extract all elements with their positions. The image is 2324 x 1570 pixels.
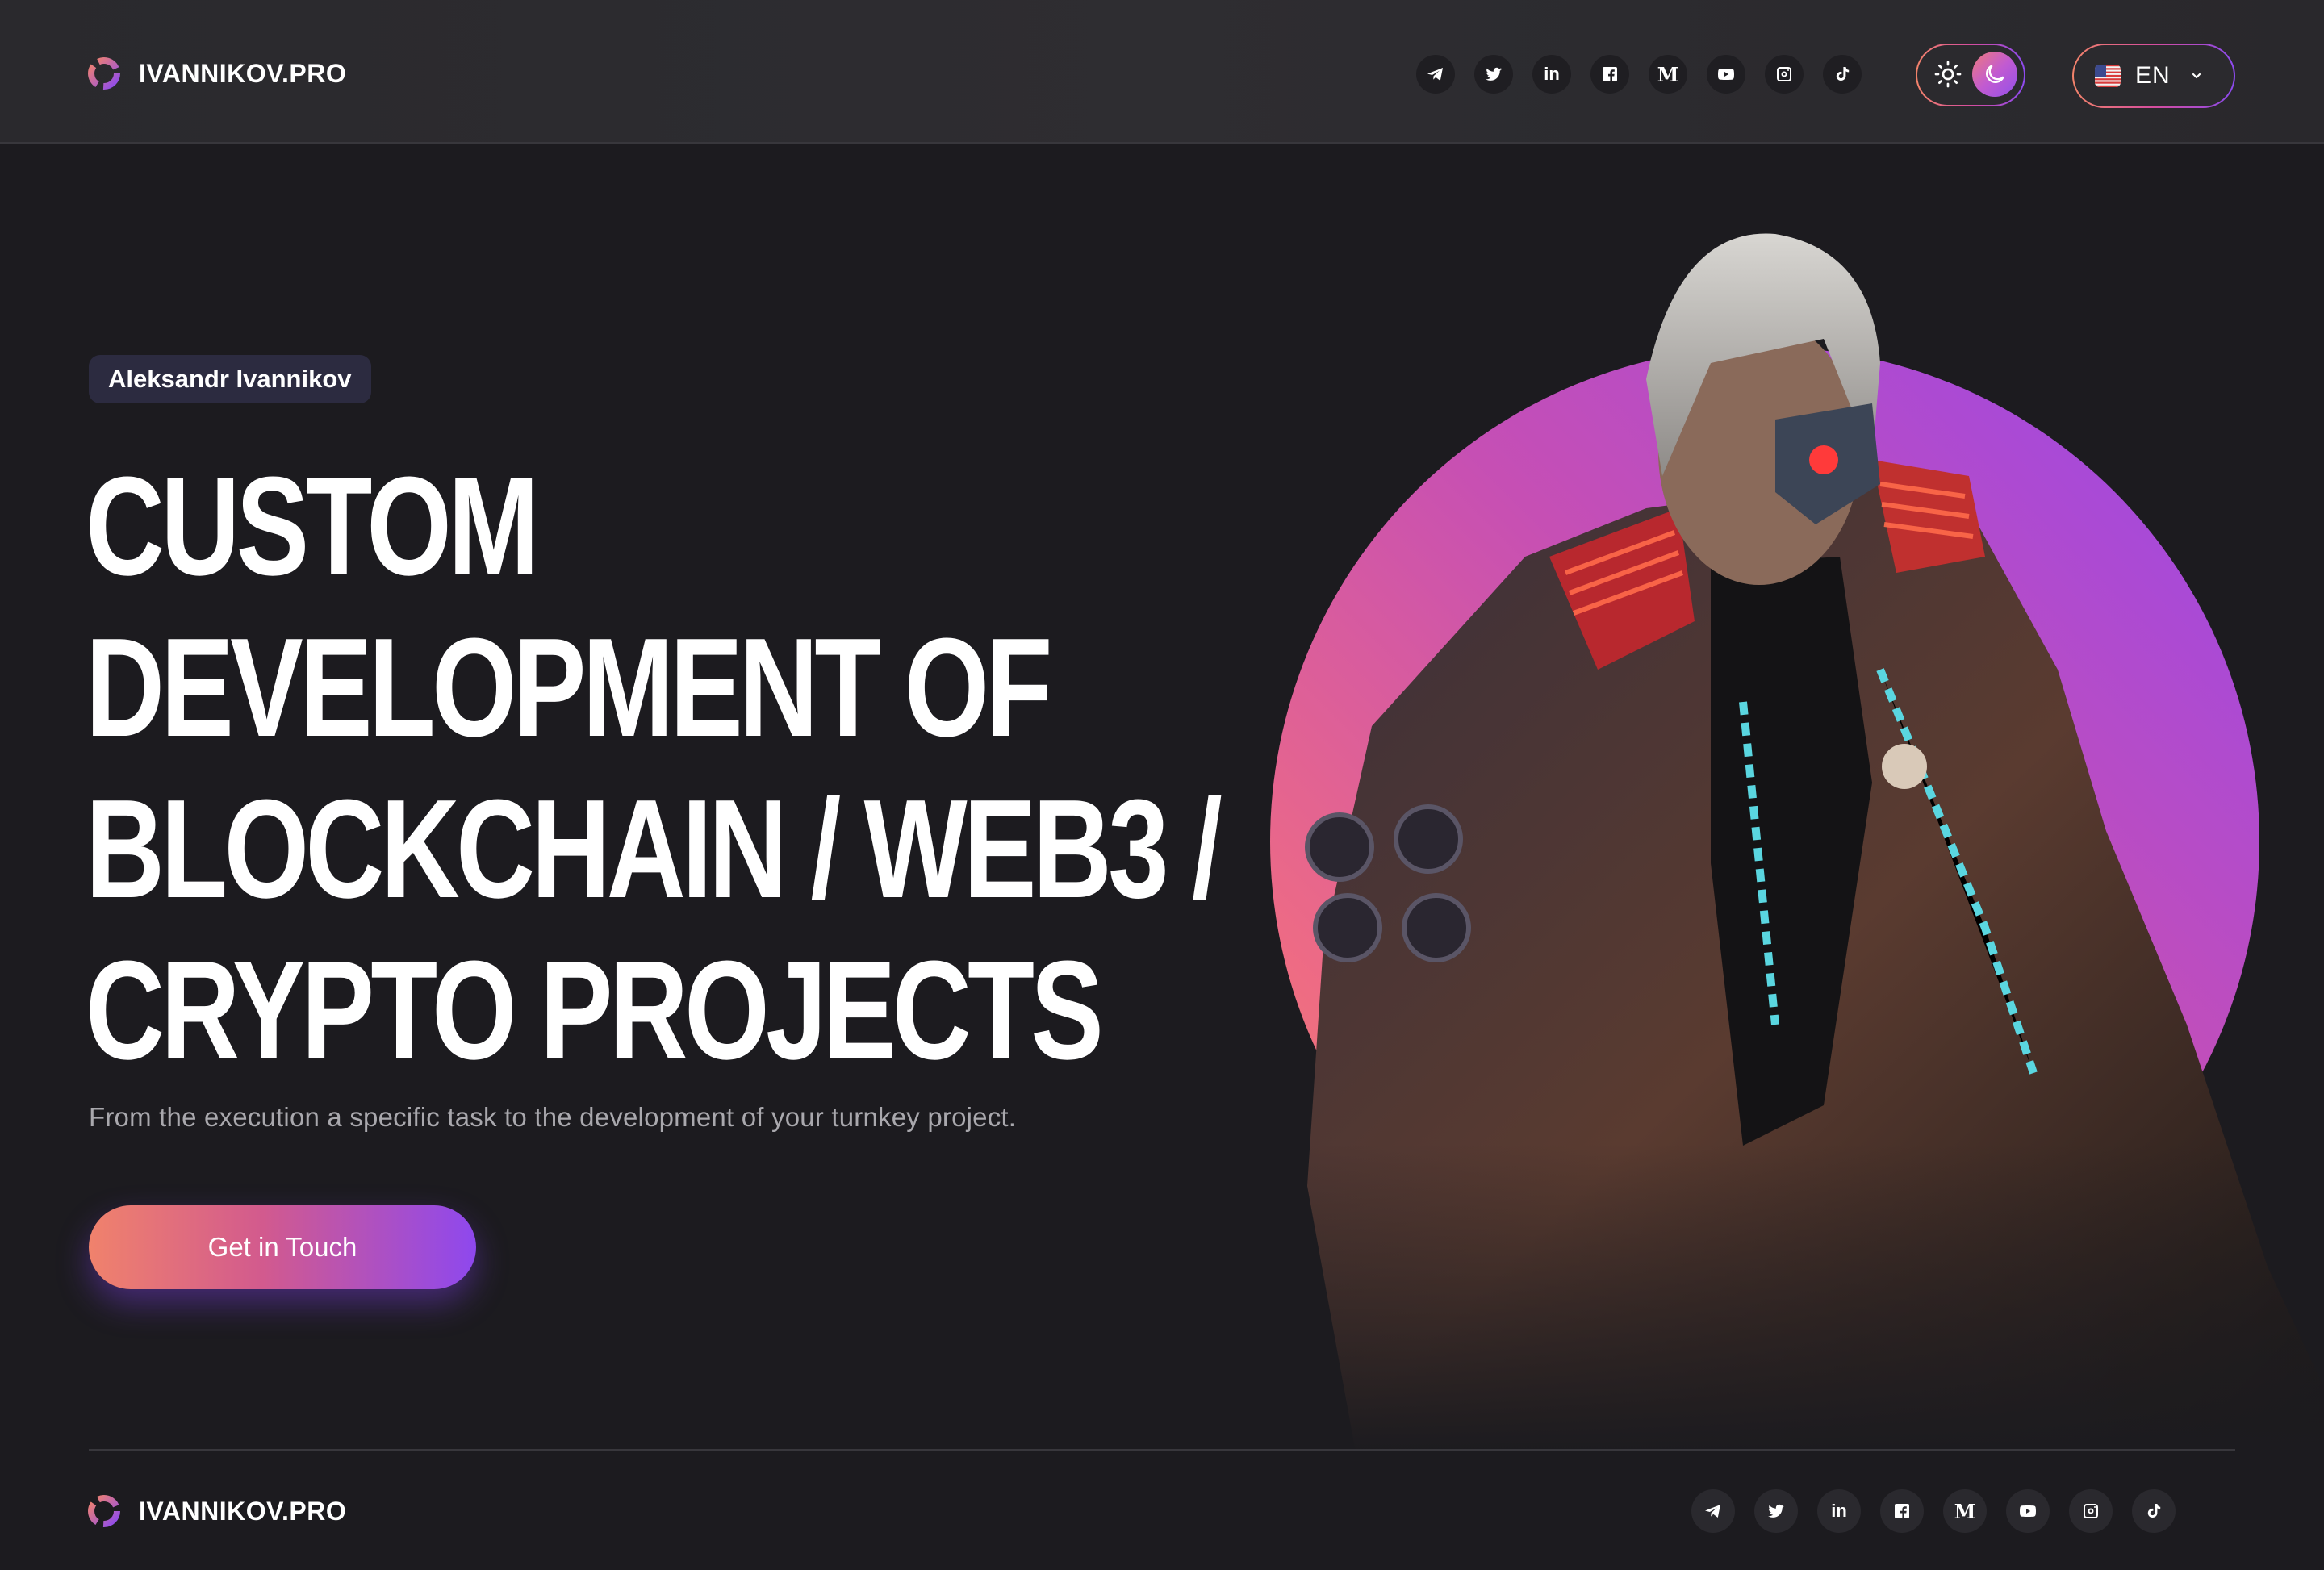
facebook-icon (1895, 1504, 1909, 1518)
twitter-icon (1768, 1504, 1784, 1518)
facebook-icon (1603, 67, 1617, 81)
headline-line-4: CRYPTO PROJECTS (86, 931, 1104, 1088)
footer-divider (89, 1449, 2235, 1451)
instagram-icon (1777, 67, 1791, 81)
footer-instagram-link[interactable] (2069, 1489, 2113, 1533)
youtube-link[interactable] (1707, 55, 1745, 94)
logo-icon (88, 1495, 120, 1527)
language-selector[interactable]: EN (2072, 44, 2235, 108)
footer-medium-link[interactable]: M (1943, 1489, 1987, 1533)
us-flag-icon (2095, 65, 2121, 87)
footer-tiktok-link[interactable] (2132, 1489, 2176, 1533)
theme-dark-option[interactable] (1972, 52, 2017, 97)
youtube-icon (1717, 69, 1735, 80)
tiktok-icon (1836, 67, 1850, 81)
sun-icon[interactable] (1933, 60, 1962, 89)
footer-brand-link[interactable]: IVANNIKOV.PRO (87, 1494, 346, 1528)
medium-icon: M (1657, 62, 1679, 86)
theme-toggle-track (1917, 45, 2024, 105)
facebook-link[interactable] (1590, 55, 1629, 94)
twitter-link[interactable] (1474, 55, 1513, 94)
headline-line-3: BLOCKCHAIN / WEB3 / (86, 770, 1223, 927)
linkedin-link[interactable]: in (1532, 55, 1571, 94)
hero-subtitle: From the execution a specific task to th… (89, 1102, 1017, 1132)
chevron-down-icon (2192, 73, 2201, 79)
hero-headline: CUSTOM DEVELOPMENT OF BLOCKCHAIN / WEB3 … (86, 445, 1223, 1091)
brand-name: IVANNIKOV.PRO (139, 58, 347, 88)
footer-telegram-link[interactable] (1691, 1489, 1735, 1533)
instagram-icon (2084, 1504, 2098, 1518)
headline-line-1: CUSTOM (86, 447, 539, 604)
hero-illustration (1259, 218, 2324, 1452)
footer-social-links: in M (1691, 1489, 2176, 1533)
telegram-icon (1705, 1505, 1720, 1518)
author-name-badge: Aleksandr Ivannikov (89, 355, 371, 403)
tiktok-link[interactable] (1823, 55, 1862, 94)
tiktok-icon (2147, 1504, 2161, 1518)
linkedin-icon: in (1544, 64, 1560, 84)
brand-logo-link[interactable]: IVANNIKOV.PRO (87, 56, 346, 90)
linkedin-icon: in (1831, 1501, 1847, 1521)
medium-link[interactable]: M (1649, 55, 1687, 94)
theme-toggle[interactable] (1916, 44, 2025, 106)
logo-icon (88, 57, 120, 90)
cyberpunk-character-image (1259, 218, 2324, 1452)
instagram-link[interactable] (1765, 55, 1804, 94)
footer-youtube-link[interactable] (2006, 1489, 2050, 1533)
headline-line-2: DEVELOPMENT OF (86, 608, 1052, 766)
medium-icon: M (1954, 1499, 1976, 1523)
header-social-links: in M (1416, 55, 1862, 94)
footer-twitter-link[interactable] (1754, 1489, 1798, 1533)
footer-linkedin-link[interactable]: in (1817, 1489, 1861, 1533)
language-selector-inner: EN (2074, 45, 2234, 106)
site-header: IVANNIKOV.PRO in M EN (0, 0, 2324, 144)
footer-brand-name: IVANNIKOV.PRO (139, 1496, 347, 1526)
get-in-touch-button[interactable]: Get in Touch (89, 1205, 476, 1289)
footer-facebook-link[interactable] (1880, 1489, 1924, 1533)
telegram-icon (1427, 68, 1443, 81)
youtube-icon (2019, 1505, 2037, 1517)
telegram-link[interactable] (1416, 55, 1455, 94)
language-code: EN (2135, 62, 2171, 89)
moon-icon (1986, 65, 2004, 83)
twitter-icon (1486, 67, 1502, 81)
